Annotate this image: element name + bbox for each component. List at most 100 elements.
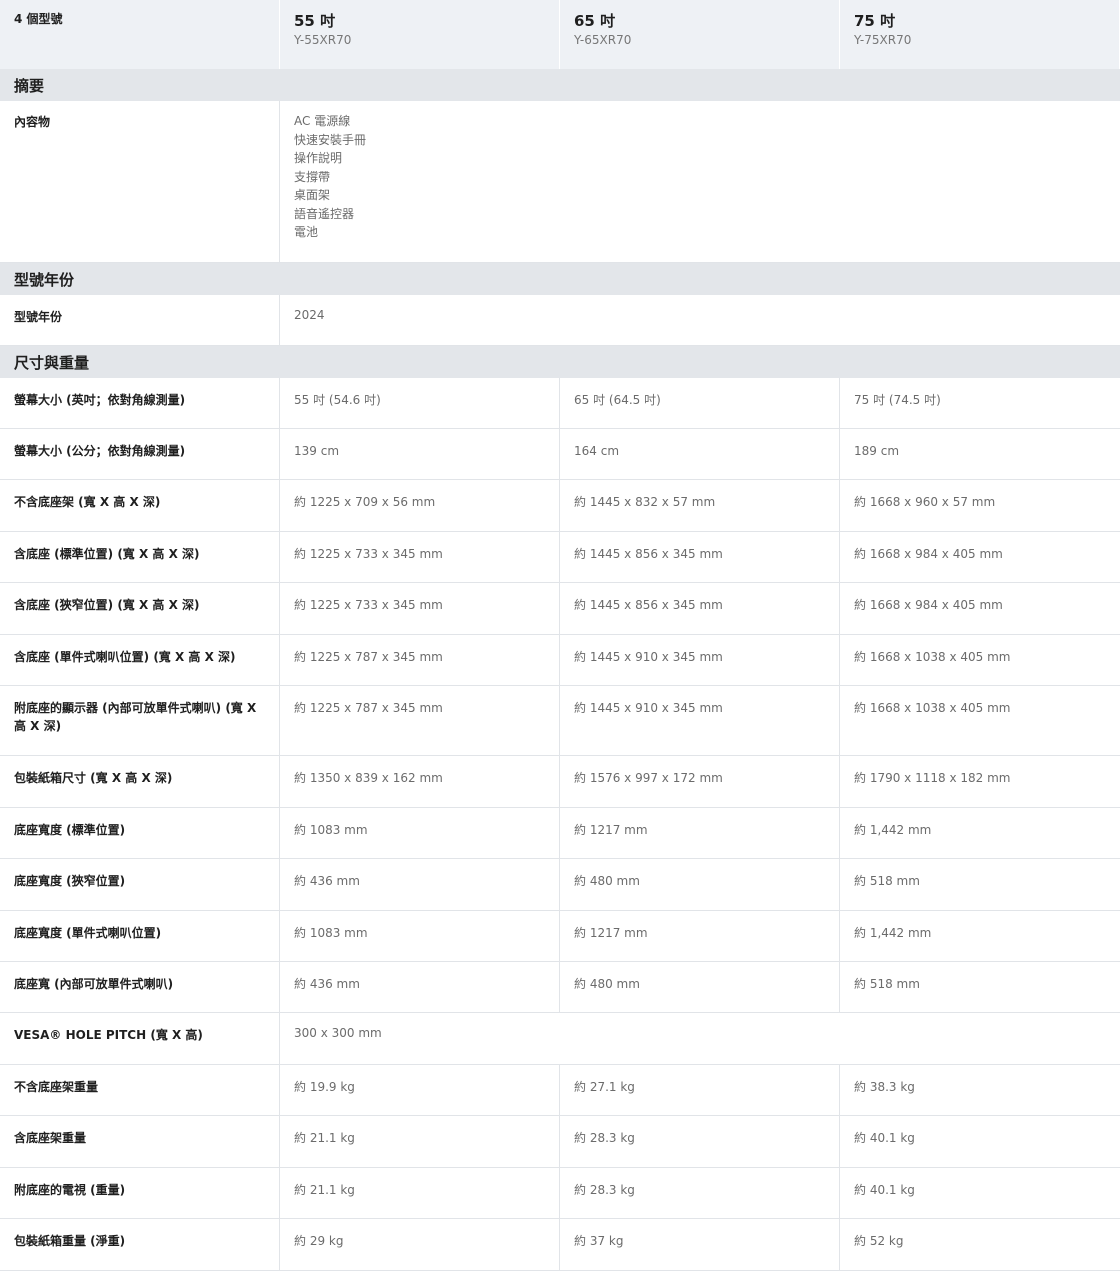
row-label: 底座寬度 (單件式喇叭位置)	[0, 911, 280, 961]
row-value: 約 28.3 kg	[560, 1116, 840, 1167]
list-item: AC 電源線	[294, 114, 351, 128]
row-value: 約 1668 x 984 x 405 mm	[854, 598, 1003, 612]
row-label: 底座寬度 (狹窄位置)	[0, 859, 280, 910]
row-label: 底座寬度 (標準位置)	[0, 808, 280, 858]
model-count: 4 個型號	[0, 0, 280, 69]
table-row: 螢幕大小 (公分；依對角線測量) 139 cm 164 cm 189 cm	[0, 429, 1120, 480]
row-value: 約 1445 x 832 x 57 mm	[560, 480, 840, 531]
row-label: 附底座的顯示器 (內部可放單件式喇叭) (寬 X 高 X 深)	[0, 686, 280, 755]
row-value: 約 1083 mm	[280, 911, 560, 961]
row-value: 約 29 kg	[280, 1219, 560, 1270]
spec-table: 4 個型號 55 吋 Y-55XR70 65 吋 Y-65XR70 75 吋 Y…	[0, 0, 1120, 1271]
row-value: 約 21.1 kg	[280, 1168, 560, 1218]
model-size: 55 吋	[294, 12, 336, 30]
row-value: 189 cm	[854, 444, 900, 458]
table-row: 含底座 (單件式喇叭位置) (寬 X 高 X 深) 約 1225 x 787 x …	[0, 635, 1120, 686]
model-header-row: 4 個型號 55 吋 Y-55XR70 65 吋 Y-65XR70 75 吋 Y…	[0, 0, 1120, 69]
row-value: 約 1668 x 1038 x 405 mm	[854, 650, 1011, 664]
row-label: 含底座 (標準位置) (寬 X 高 X 深)	[0, 532, 280, 582]
row-value: 約 1350 x 839 x 162 mm	[280, 756, 560, 807]
row-value: 約 1576 x 997 x 172 mm	[560, 756, 840, 807]
row-value: 約 1668 x 984 x 405 mm	[854, 547, 1003, 561]
table-row: 包裝紙箱重量 (淨重) 約 29 kg 約 37 kg 約 52 kg	[0, 1219, 1120, 1271]
model-size: 75 吋	[854, 12, 896, 30]
row-value: 約 1445 x 856 x 345 mm	[560, 583, 840, 634]
contents-label: 內容物	[0, 101, 280, 262]
dimension-rows: 螢幕大小 (英吋；依對角線測量) 55 吋 (54.6 吋) 65 吋 (64.5 …	[0, 378, 1120, 1013]
table-row: 不含底座架 (寬 X 高 X 深) 約 1225 x 709 x 56 mm 約 1…	[0, 480, 1120, 532]
model-code: Y-65XR70	[574, 33, 632, 47]
section-dimensions: 尺寸與重量	[0, 346, 1120, 378]
table-row: 底座寬度 (標準位置) 約 1083 mm 約 1217 mm 約 1,442 mm	[0, 808, 1120, 859]
row-value: 約 1668 x 960 x 57 mm	[854, 495, 996, 509]
row-value: 約 1225 x 733 x 345 mm	[280, 532, 560, 582]
row-value: 約 19.9 kg	[280, 1065, 560, 1115]
model-year-row: 型號年份 2024	[0, 295, 1120, 346]
row-value: 約 436 mm	[280, 859, 560, 910]
row-value: 約 37 kg	[560, 1219, 840, 1270]
list-item: 電池	[294, 225, 319, 239]
model-column-55[interactable]: 55 吋 Y-55XR70	[280, 0, 560, 69]
vesa-row: VESA® HOLE PITCH (寬 X 高) 300 x 300 mm	[0, 1013, 1120, 1065]
row-value: 164 cm	[560, 429, 840, 479]
row-value: 約 1217 mm	[560, 808, 840, 858]
table-row: 底座寬度 (單件式喇叭位置) 約 1083 mm 約 1217 mm 約 1,442 …	[0, 911, 1120, 962]
contents-list: AC 電源線 快速安裝手冊 操作說明 支撐帶 桌面架 語音遙控器 電池	[280, 101, 1120, 262]
row-value: 約 436 mm	[280, 962, 560, 1012]
row-value: 約 1,442 mm	[854, 823, 932, 837]
table-row: 含底座 (狹窄位置) (寬 X 高 X 深) 約 1225 x 733 x 345…	[0, 583, 1120, 635]
table-row: 附底座的電視 (重量) 約 21.1 kg 約 28.3 kg 約 40.1 kg	[0, 1168, 1120, 1219]
row-value: 75 吋 (74.5 吋)	[854, 393, 941, 407]
row-value: 約 52 kg	[854, 1234, 904, 1248]
row-value: 約 28.3 kg	[560, 1168, 840, 1218]
contents-row: 內容物 AC 電源線 快速安裝手冊 操作說明 支撐帶 桌面架 語音遙控器 電池	[0, 101, 1120, 263]
row-label: 螢幕大小 (英吋；依對角線測量)	[0, 378, 280, 428]
row-label: 含底座 (單件式喇叭位置) (寬 X 高 X 深)	[0, 635, 280, 685]
model-column-75[interactable]: 75 吋 Y-75XR70	[840, 0, 1120, 69]
row-value: 約 21.1 kg	[280, 1116, 560, 1167]
vesa-value: 300 x 300 mm	[294, 1026, 382, 1040]
table-row: 含底座 (標準位置) (寬 X 高 X 深) 約 1225 x 733 x 345…	[0, 532, 1120, 583]
list-item: 操作說明	[294, 151, 343, 165]
list-item: 語音遙控器	[294, 206, 355, 221]
row-label: 包裝紙箱重量 (淨重)	[0, 1219, 280, 1270]
row-value: 約 38.3 kg	[854, 1080, 915, 1094]
row-value: 約 1445 x 910 x 345 mm	[560, 686, 840, 755]
row-label: 含底座架重量	[0, 1116, 280, 1167]
table-row: 包裝紙箱尺寸 (寬 X 高 X 深) 約 1350 x 839 x 162 mm 約…	[0, 756, 1120, 808]
row-label: 含底座 (狹窄位置) (寬 X 高 X 深)	[0, 583, 280, 634]
row-value: 約 518 mm	[854, 977, 920, 991]
row-value: 約 1445 x 910 x 345 mm	[560, 635, 840, 685]
row-value: 約 1083 mm	[280, 808, 560, 858]
row-value: 約 1225 x 709 x 56 mm	[280, 480, 560, 531]
row-value: 約 27.1 kg	[560, 1065, 840, 1115]
table-row: 含底座架重量約 21.1 kg 約 28.3 kg 約 40.1 kg	[0, 1116, 1120, 1168]
row-label: 底座寬 (內部可放單件式喇叭)	[0, 962, 280, 1012]
table-row: 底座寬度 (狹窄位置) 約 436 mm 約 480 mm 約 518 mm	[0, 859, 1120, 911]
row-value: 139 cm	[280, 429, 560, 479]
table-row: 底座寬 (內部可放單件式喇叭) 約 436 mm 約 480 mm 約 518 mm	[0, 962, 1120, 1013]
row-label: 不含底座架重量	[0, 1065, 280, 1115]
model-code: Y-75XR70	[854, 33, 912, 47]
row-value: 約 40.1 kg	[854, 1131, 915, 1145]
row-value: 約 1668 x 1038 x 405 mm	[854, 701, 1011, 715]
row-value: 55 吋 (54.6 吋)	[280, 378, 560, 428]
row-label: 不含底座架 (寬 X 高 X 深)	[0, 480, 280, 531]
model-size: 65 吋	[574, 12, 616, 30]
list-item: 快速安裝手冊	[294, 132, 367, 147]
model-year-value: 2024	[294, 308, 325, 322]
row-value: 約 1,442 mm	[854, 926, 932, 940]
row-value: 約 1790 x 1118 x 182 mm	[854, 771, 1011, 785]
model-code: Y-55XR70	[294, 33, 352, 47]
row-value: 約 1225 x 787 x 345 mm	[280, 635, 560, 685]
row-value: 約 40.1 kg	[854, 1183, 915, 1197]
vesa-label: VESA® HOLE PITCH (寬 X 高)	[0, 1013, 280, 1064]
weight-rows: 不含底座架重量約 19.9 kg 約 27.1 kg 約 38.3 kg 含底座架重量…	[0, 1065, 1120, 1271]
row-label: 螢幕大小 (公分；依對角線測量)	[0, 429, 280, 479]
row-label: 附底座的電視 (重量)	[0, 1168, 280, 1218]
row-value: 約 518 mm	[854, 874, 920, 888]
row-value: 約 1225 x 733 x 345 mm	[280, 583, 560, 634]
row-label: 包裝紙箱尺寸 (寬 X 高 X 深)	[0, 756, 280, 807]
row-value: 約 480 mm	[560, 859, 840, 910]
model-column-65[interactable]: 65 吋 Y-65XR70	[560, 0, 840, 69]
